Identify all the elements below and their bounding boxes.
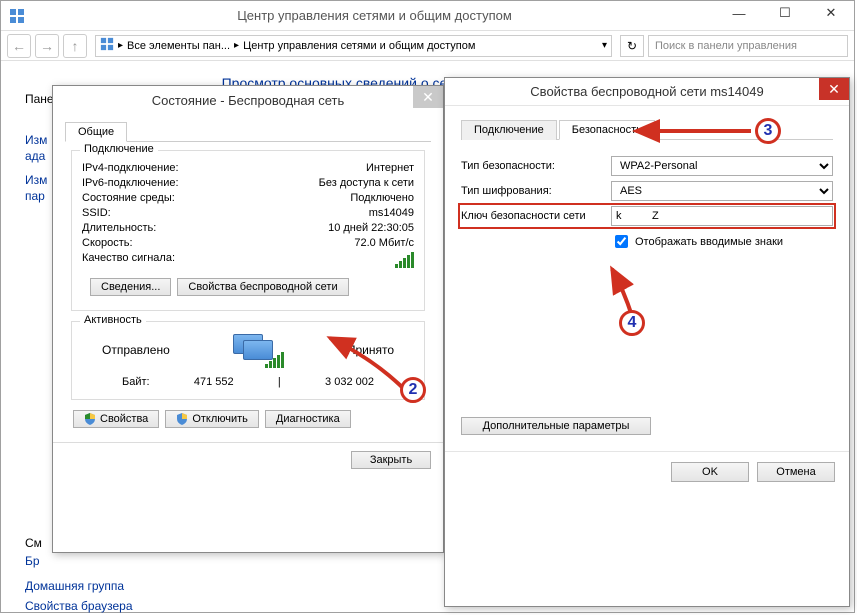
toolbar: ← → ↑ ▸ Все элементы пан... ▸ Центр упра… [1, 31, 854, 61]
maximize-button[interactable]: ☐ [762, 3, 808, 23]
tab-connection[interactable]: Подключение [461, 120, 557, 140]
shield-icon [84, 413, 96, 425]
status-dialog-title: Состояние - Беспроводная сеть ✕ [53, 86, 443, 114]
ssid-value: ms14049 [369, 207, 414, 219]
duration-value: 10 дней 22:30:05 [328, 222, 414, 234]
breadcrumb[interactable]: ▸ Все элементы пан... ▸ Центр управления… [95, 35, 612, 57]
status-dialog: Состояние - Беспроводная сеть ✕ Общие По… [52, 85, 444, 553]
sent-label: Отправлено [102, 343, 170, 357]
app-icon [9, 8, 25, 24]
signal-label: Качество сигнала: [82, 252, 175, 268]
details-button[interactable]: Сведения... [90, 278, 171, 296]
media-label: Состояние среды: [82, 192, 175, 204]
duration-label: Длительность: [82, 222, 156, 234]
search-input[interactable]: Поиск в панели управления [648, 35, 848, 57]
properties-button[interactable]: Свойства [73, 410, 159, 428]
ipv4-value: Интернет [366, 162, 414, 174]
props-close-button[interactable]: ✕ [819, 78, 849, 100]
diagnose-button[interactable]: Диагностика [265, 410, 351, 428]
ok-button[interactable]: OK [671, 462, 749, 482]
ssid-label: SSID: [82, 207, 111, 219]
sec-type-select[interactable]: WPA2-Personal [611, 156, 833, 176]
wifi-props-button[interactable]: Свойства беспроводной сети [177, 278, 348, 296]
partial-label-2[interactable]: Изм [25, 133, 47, 147]
annotation-2: 2 [400, 377, 426, 403]
ipv6-label: IPv6-подключение: [82, 177, 179, 189]
cancel-button[interactable]: Отмена [757, 462, 835, 482]
breadcrumb-part2[interactable]: Центр управления сетями и общим доступом [243, 40, 475, 52]
annotation-3: 3 [755, 118, 781, 144]
advanced-button[interactable]: Дополнительные параметры [461, 417, 651, 435]
sent-bytes: 471 552 [194, 376, 234, 388]
key-label: Ключ безопасности сети [461, 210, 611, 222]
tab-general[interactable]: Общие [65, 122, 127, 142]
speed-value: 72.0 Мбит/с [354, 237, 414, 249]
key-input[interactable] [611, 206, 833, 226]
connection-group: Подключение IPv4-подключение:Интернет IP… [71, 150, 425, 311]
disconnect-button[interactable]: Отключить [165, 410, 259, 428]
annotation-4: 4 [619, 310, 645, 336]
breadcrumb-icon [100, 37, 114, 54]
partial-label-5[interactable]: пар [25, 189, 45, 203]
titlebar: Центр управления сетями и общим доступом… [1, 1, 854, 31]
props-dialog-title: Свойства беспроводной сети ms14049 ✕ [445, 78, 849, 106]
partial-label-3[interactable]: ада [25, 149, 45, 163]
arrow-3 [626, 119, 756, 149]
enc-type-label: Тип шифрования: [461, 185, 611, 197]
sec-type-label: Тип безопасности: [461, 160, 611, 172]
activity-group-label: Активность [80, 314, 146, 326]
partial-label-6: См [25, 536, 42, 550]
minimize-button[interactable]: — [716, 3, 762, 23]
close-dialog-button[interactable]: Закрыть [351, 451, 431, 469]
breadcrumb-part1[interactable]: Все элементы пан... [127, 40, 230, 52]
activity-icon [233, 334, 284, 366]
homegroup-link[interactable]: Домашняя группа [25, 579, 124, 593]
up-button[interactable]: ↑ [63, 34, 87, 58]
back-button[interactable]: ← [7, 34, 31, 58]
ipv4-label: IPv4-подключение: [82, 162, 179, 174]
connection-group-label: Подключение [80, 143, 158, 155]
show-chars-checkbox[interactable] [615, 235, 628, 248]
ipv6-value: Без доступа к сети [319, 177, 414, 189]
speed-label: Скорость: [82, 237, 133, 249]
forward-button[interactable]: → [35, 34, 59, 58]
shield-icon [176, 413, 188, 425]
signal-icon [395, 252, 414, 268]
show-chars-label: Отображать вводимые знаки [635, 236, 783, 248]
bytes-label: Байт: [122, 376, 150, 388]
partial-label-7[interactable]: Бр [25, 554, 40, 568]
browser-props-link[interactable]: Свойства браузера [25, 599, 133, 613]
media-value: Подключено [350, 192, 414, 204]
window-title: Центр управления сетями и общим доступом [33, 8, 716, 23]
status-close-button[interactable]: ✕ [413, 86, 443, 108]
close-button[interactable]: ✕ [808, 3, 854, 23]
wifi-props-dialog: Свойства беспроводной сети ms14049 ✕ Под… [444, 77, 850, 607]
partial-label-4[interactable]: Изм [25, 173, 47, 187]
refresh-button[interactable]: ↻ [620, 35, 644, 57]
enc-type-select[interactable]: AES [611, 181, 833, 201]
